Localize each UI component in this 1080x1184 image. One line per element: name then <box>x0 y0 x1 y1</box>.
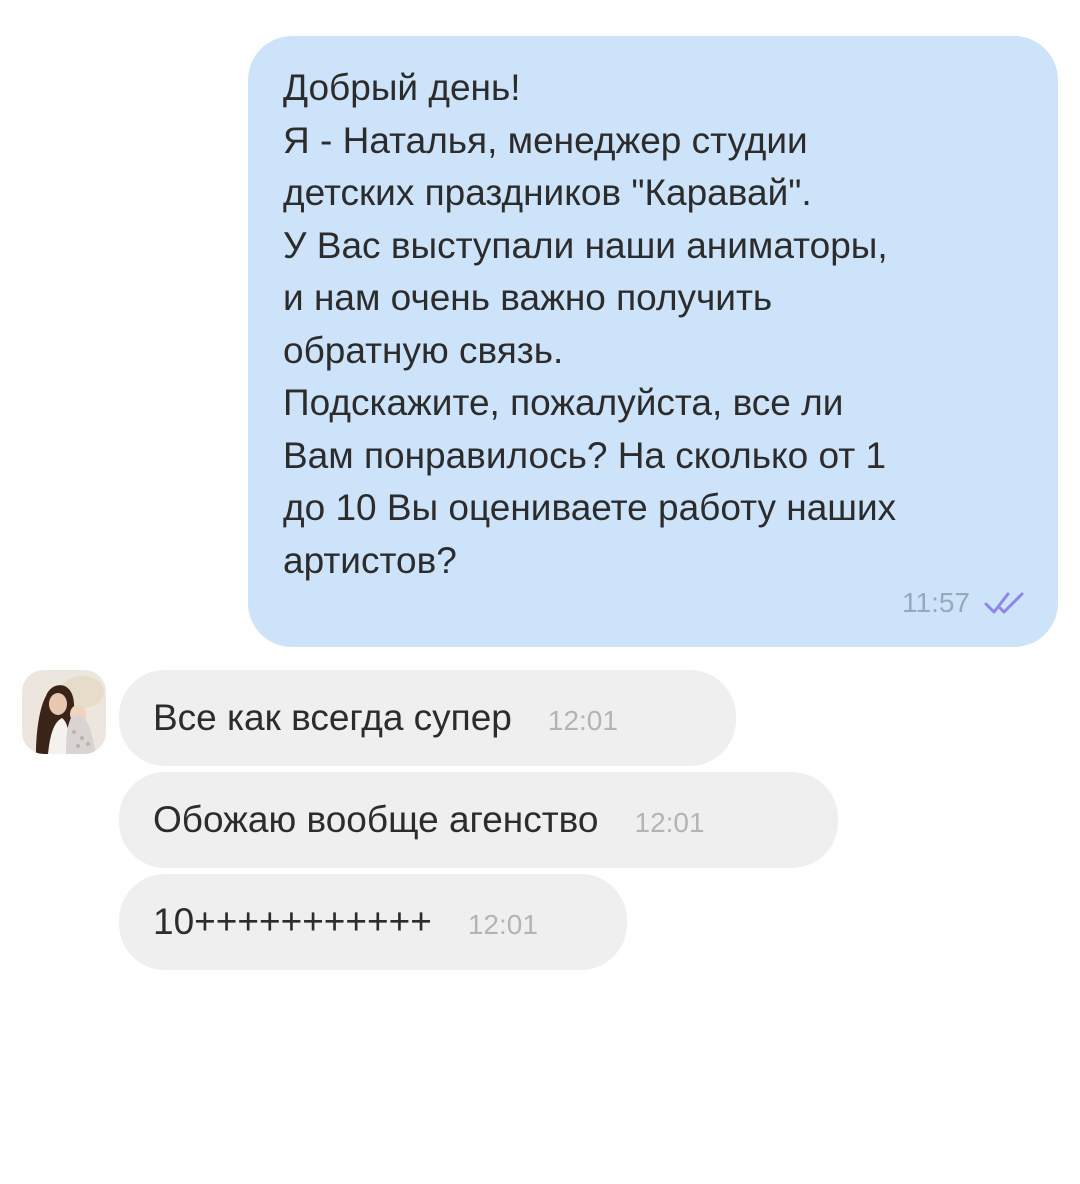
incoming-message-bubble[interactable]: Обожаю вообще агенство 12:01 <box>119 772 838 868</box>
message-line: детских праздников "Каравай". <box>283 172 812 213</box>
message-line: Я - Наталья, менеджер студии <box>283 119 808 161</box>
message-line: Вам понравилось? На сколько от 1 <box>283 434 887 476</box>
message-line: и нам очень важно получить <box>283 277 773 318</box>
sender-avatar[interactable] <box>22 670 106 754</box>
message-time: 11:57 <box>902 587 970 618</box>
incoming-message-text: Все как всегда супер <box>153 697 512 738</box>
message-time: 12:01 <box>634 807 705 838</box>
chat-view: Добрый день! Я - Наталья, менеджер студи… <box>0 0 1080 1184</box>
message-line: до 10 Вы оцениваете работу наших <box>283 487 897 528</box>
message-line: Подскажите, пожалуйста, все ли <box>283 382 844 423</box>
message-line: обратную связь. <box>283 329 564 371</box>
user-avatar-photo-icon <box>22 670 106 754</box>
outgoing-message-bubble[interactable]: Добрый день! Я - Наталья, менеджер студи… <box>248 36 1058 647</box>
incoming-message-text: 10+++++++++++ <box>153 901 432 942</box>
outgoing-message-text: Добрый день! Я - Наталья, менеджер студи… <box>283 62 1033 587</box>
incoming-message-bubble[interactable]: 10+++++++++++ 12:01 <box>119 874 627 970</box>
message-time: 12:01 <box>467 909 538 940</box>
incoming-message-bubble[interactable]: Все как всегда супер 12:01 <box>119 670 736 766</box>
incoming-message-text: Обожаю вообще агенство <box>153 799 599 840</box>
message-meta: 11:57 <box>902 583 1026 623</box>
message-time: 12:01 <box>547 705 618 736</box>
message-line: Добрый день! <box>283 67 521 108</box>
message-line: У Вас выступали наши аниматоры, <box>283 224 888 266</box>
message-line: артистов? <box>283 539 457 581</box>
double-check-icon <box>984 592 1024 614</box>
